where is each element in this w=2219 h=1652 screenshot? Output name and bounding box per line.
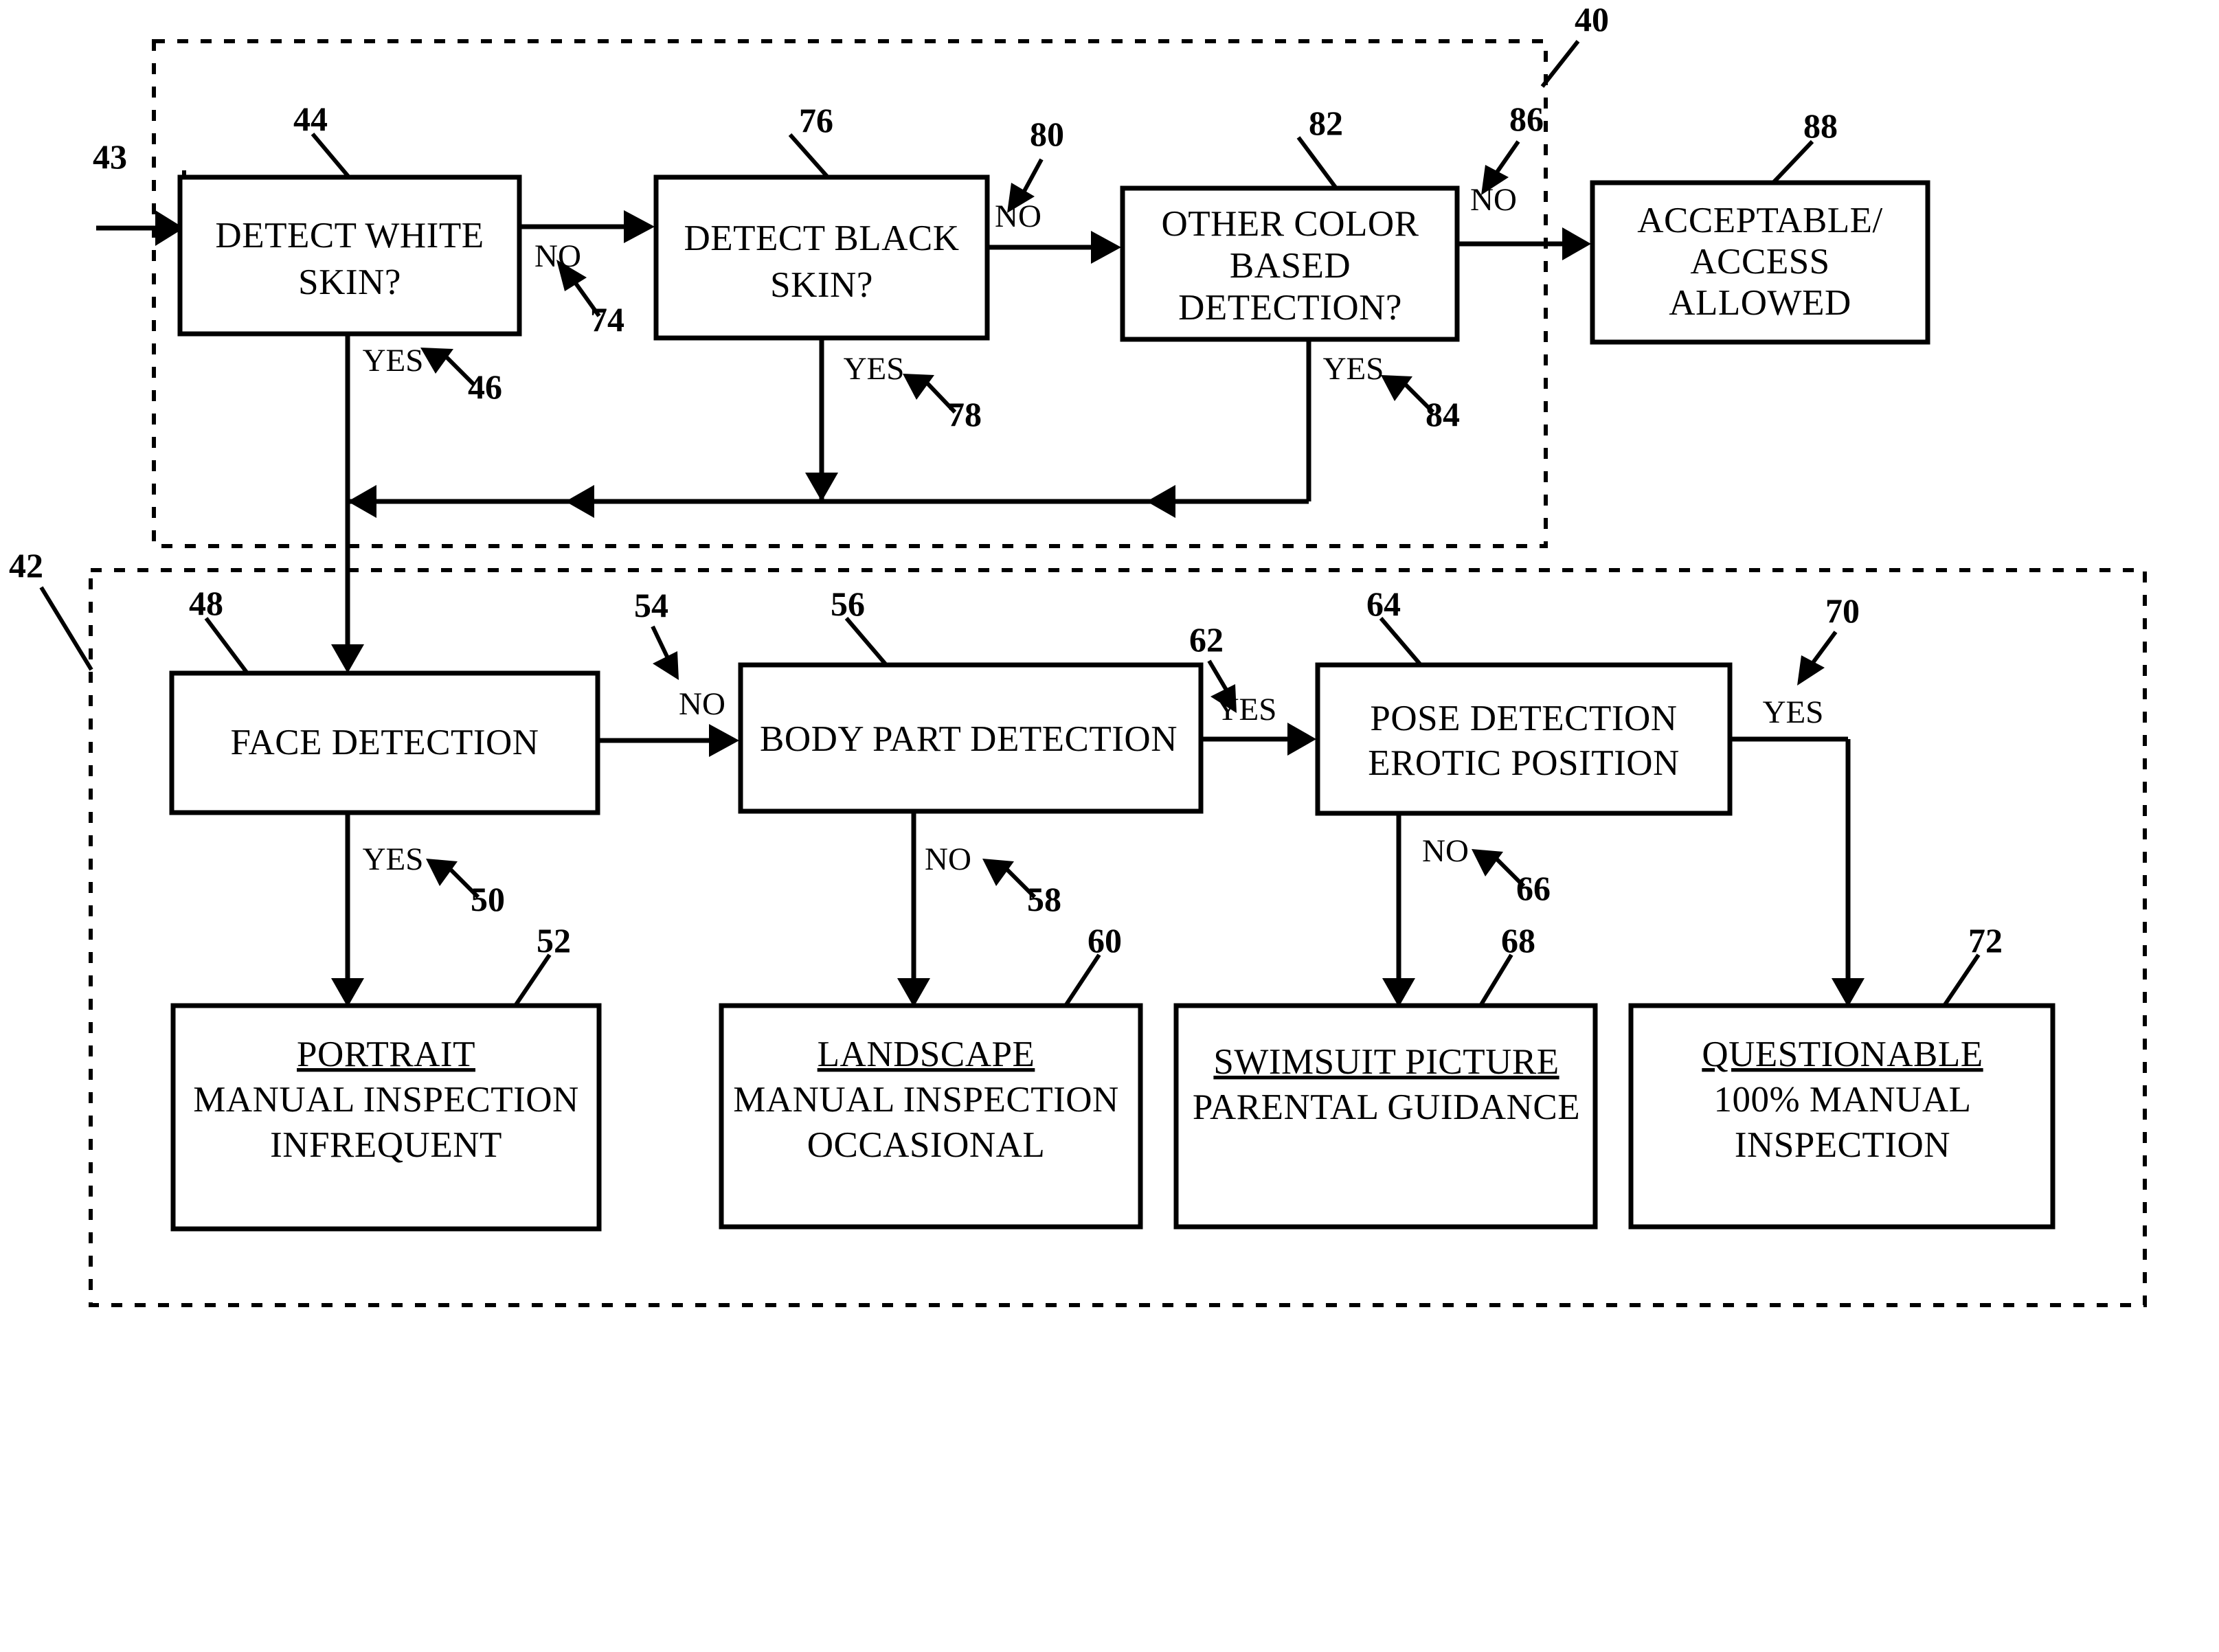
branch-label-body-part-yes: YES: [1216, 692, 1277, 727]
box-label-pose-detection-line2: EROTIC POSITION: [1368, 743, 1680, 783]
branch-label-face-detection-yes: YES: [363, 841, 424, 877]
ref-numeral-54: 54: [634, 586, 668, 624]
box-label-acceptable-line3: ALLOWED: [1669, 283, 1851, 323]
ref-numeral-72: 72: [1968, 921, 2003, 960]
ref-numeral-86: 86: [1509, 100, 1544, 138]
box-label-portrait-title: PORTRAIT: [297, 1034, 475, 1074]
box-label-portrait-line2: MANUAL INSPECTION: [193, 1080, 579, 1120]
ref-numeral-66: 66: [1516, 869, 1551, 907]
branch-label-white-skin-yes: YES: [363, 343, 424, 378]
ref-numeral-52: 52: [537, 921, 571, 960]
ref-numeral-46: 46: [468, 367, 502, 406]
ref-numeral-42: 42: [9, 546, 43, 585]
box-label-questionable-line3: INSPECTION: [1735, 1125, 1950, 1165]
branch-label-body-part-no: NO: [925, 841, 971, 877]
box-label-landscape-title: LANDSCAPE: [818, 1034, 1035, 1074]
ref-numeral-62: 62: [1189, 620, 1224, 659]
box-label-other-color-line3: DETECTION?: [1178, 288, 1402, 328]
ref-numeral-64: 64: [1366, 585, 1401, 623]
box-label-swimsuit-title: SWIMSUIT PICTURE: [1213, 1042, 1559, 1082]
box-label-questionable-title: QUESTIONABLE: [1702, 1034, 1983, 1074]
box-label-other-color-line1: OTHER COLOR: [1161, 204, 1419, 244]
box-label-pose-detection-line1: POSE DETECTION: [1370, 699, 1677, 738]
branch-label-black-skin-no: NO: [995, 199, 1041, 234]
ref-numeral-44: 44: [293, 100, 328, 138]
box-label-portrait-line3: INFREQUENT: [270, 1125, 502, 1165]
box-label-detect-white-skin-line2: SKIN?: [298, 262, 401, 302]
ref-numeral-82: 82: [1309, 104, 1343, 142]
branch-label-other-color-yes: YES: [1323, 351, 1384, 387]
ref-numeral-80: 80: [1030, 115, 1064, 153]
ref-numeral-50: 50: [471, 880, 505, 918]
box-label-other-color-line2: BASED: [1230, 246, 1351, 286]
box-label-detect-black-skin-line2: SKIN?: [770, 265, 873, 305]
ref-numeral-74: 74: [590, 300, 624, 339]
box-label-face-detection: FACE DETECTION: [230, 723, 539, 762]
box-label-swimsuit-line2: PARENTAL GUIDANCE: [1193, 1087, 1580, 1127]
box-label-acceptable-line2: ACCESS: [1690, 242, 1829, 282]
branch-label-face-detection-no: NO: [679, 686, 725, 722]
ref-numeral-43: 43: [93, 137, 127, 176]
ref-numeral-56: 56: [831, 585, 865, 623]
ref-numeral-84: 84: [1426, 395, 1460, 433]
box-label-body-part-detection: BODY PART DETECTION: [760, 719, 1178, 759]
ref-numeral-40: 40: [1575, 0, 1609, 38]
box-label-detect-black-skin-line1: DETECT BLACK: [684, 218, 959, 258]
branch-label-pose-no: NO: [1422, 833, 1469, 869]
ref-numeral-48: 48: [189, 584, 223, 622]
figure-canvas: 40 42 43 44 76 82 88 48 56 64 52 60 68 7…: [0, 0, 2219, 1652]
ref-numeral-58: 58: [1027, 880, 1061, 918]
box-label-landscape-line2: MANUAL INSPECTION: [733, 1080, 1119, 1120]
branch-label-pose-yes: YES: [1763, 694, 1824, 730]
box-label-questionable-line2: 100% MANUAL: [1714, 1080, 1972, 1120]
ref-numeral-70: 70: [1825, 591, 1860, 630]
box-label-acceptable-line1: ACCEPTABLE/: [1637, 201, 1883, 240]
branch-label-white-skin-no: NO: [534, 238, 581, 274]
ref-numeral-68: 68: [1501, 921, 1535, 960]
ref-numeral-88: 88: [1803, 106, 1838, 145]
box-label-detect-white-skin-line1: DETECT WHITE: [215, 216, 484, 256]
branch-label-other-color-no: NO: [1470, 182, 1517, 218]
flowchart-text-layer: 40 42 43 44 76 82 88 48 56 64 52 60 68 7…: [9, 0, 2003, 1165]
ref-numeral-78: 78: [947, 395, 982, 433]
ref-numeral-60: 60: [1088, 921, 1122, 960]
ref-numeral-76: 76: [799, 101, 833, 139]
branch-label-black-skin-yes: YES: [844, 351, 905, 387]
box-label-landscape-line3: OCCASIONAL: [807, 1125, 1046, 1165]
